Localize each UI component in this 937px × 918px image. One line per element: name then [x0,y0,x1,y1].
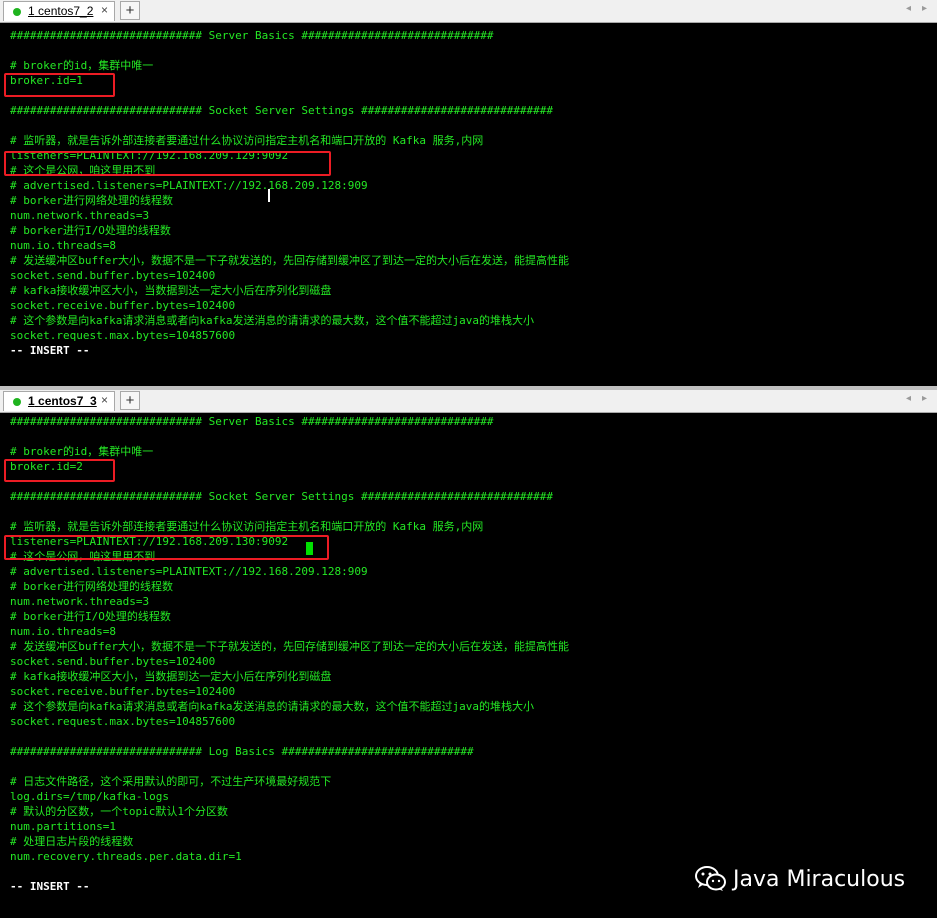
tab-scroll-right-icon[interactable]: ▸ [922,3,927,14]
connected-status-icon [13,398,21,406]
tab-label: 1 centos7_2 [28,4,94,18]
highlight-listeners [4,151,331,176]
terminal-line: # borker进行I/O处理的线程数 [10,224,171,237]
terminal-line: # 发送缓冲区buffer大小，数据不是一下子就发送的，先回存储到缓冲区了到达一… [10,254,569,267]
terminal-line: ############################# Socket Ser… [10,104,554,117]
tab-centos7-3[interactable]: 1 centos7_3 × [3,391,115,411]
terminal-line: # 处理日志片段的线程数 [10,835,134,848]
terminal-line: ############################# Server Bas… [10,29,494,42]
highlight-broker-id [4,73,115,97]
terminal-line: # 默认的分区数，一个topic默认1个分区数 [10,805,228,818]
terminal-pane-bottom[interactable]: 1 centos7_3 × + ◂ ▸ ####################… [0,390,937,918]
tab-label: 1 centos7_3 [28,394,97,408]
text-cursor [306,542,313,555]
terminal-line: num.network.threads=3 [10,595,150,608]
terminal-line: socket.send.buffer.bytes=102400 [10,269,216,282]
terminal-line: log.dirs=/tmp/kafka-logs [10,790,169,803]
new-tab-button[interactable]: + [120,1,140,20]
terminal-line: # 这个参数是向kafka请求消息或者向kafka发送消息的请请求的最大数，这个… [10,700,534,713]
watermark-text: Java Miraculous [733,866,906,892]
terminal-line: num.io.threads=8 [10,625,116,638]
wechat-icon [695,866,726,891]
terminal-line: socket.request.max.bytes=104857600 [10,715,236,728]
new-tab-button[interactable]: + [120,391,140,410]
highlight-broker-id [4,459,115,482]
terminal-line: num.partitions=1 [10,820,116,833]
tab-bar-bottom: 1 centos7_3 × + ◂ ▸ [0,390,937,413]
terminal-line: num.recovery.threads.per.data.dir=1 [10,850,242,863]
vim-mode-indicator: -- INSERT -- [10,880,90,893]
tab-scroll-left-icon[interactable]: ◂ [906,393,911,404]
tab-scroll-left-icon[interactable]: ◂ [906,3,911,14]
terminal-line: # 监听器，就是告诉外部连接者要通过什么协议访问指定主机名和端口开放的 Kafk… [10,134,484,147]
terminal-line: socket.receive.buffer.bytes=102400 [10,299,236,312]
terminal-line: socket.receive.buffer.bytes=102400 [10,685,236,698]
terminal-line: ############################# Socket Ser… [10,490,554,503]
connected-status-icon [13,8,21,16]
terminal-line: socket.request.max.bytes=104857600 [10,329,236,342]
terminal-line: # broker的id，集群中唯一 [10,445,154,458]
terminal-line: # advertised.listeners=PLAINTEXT://192.1… [10,565,368,578]
highlight-listeners [4,535,329,560]
terminal-line: num.network.threads=3 [10,209,150,222]
terminal-line: # borker进行网络处理的线程数 [10,194,173,207]
terminal-line: num.io.threads=8 [10,239,116,252]
tab-bar-top: 1 centos7_2 × + ◂ ▸ [0,0,937,23]
terminal-line: ############################# Log Basics… [10,745,474,758]
terminal-pane-top[interactable]: 1 centos7_2 × + ◂ ▸ ####################… [0,0,937,386]
tab-centos7-2[interactable]: 1 centos7_2 × [3,1,115,21]
terminal-line: # borker进行网络处理的线程数 [10,580,173,593]
text-cursor [268,189,270,202]
terminal-line: # 这个参数是向kafka请求消息或者向kafka发送消息的请请求的最大数，这个… [10,314,534,327]
terminal-line: # broker的id，集群中唯一 [10,59,154,72]
terminal-line: # 日志文件路径，这个采用默认的即可，不过生产环境最好规范下 [10,775,332,788]
terminal-line: # kafka接收缓冲区大小，当数据到达一定大小后在序列化到磁盘 [10,670,332,683]
terminal-line: # kafka接收缓冲区大小，当数据到达一定大小后在序列化到磁盘 [10,284,332,297]
vim-mode-indicator: -- INSERT -- [10,344,90,357]
terminal-line: ############################# Server Bas… [10,415,494,428]
tab-scroll-right-icon[interactable]: ▸ [922,393,927,404]
terminal-line: # borker进行I/O处理的线程数 [10,610,171,623]
terminal-line: socket.send.buffer.bytes=102400 [10,655,216,668]
close-tab-icon[interactable]: × [101,393,108,407]
terminal-line: # advertised.listeners=PLAINTEXT://192.1… [10,179,368,192]
close-tab-icon[interactable]: × [101,3,108,17]
terminal-line: # 发送缓冲区buffer大小，数据不是一下子就发送的，先回存储到缓冲区了到达一… [10,640,569,653]
terminal-line: # 监听器，就是告诉外部连接者要通过什么协议访问指定主机名和端口开放的 Kafk… [10,520,484,533]
watermark: Java Miraculous [695,866,905,892]
terminal-text-bottom: ############################# Server Bas… [10,414,569,894]
